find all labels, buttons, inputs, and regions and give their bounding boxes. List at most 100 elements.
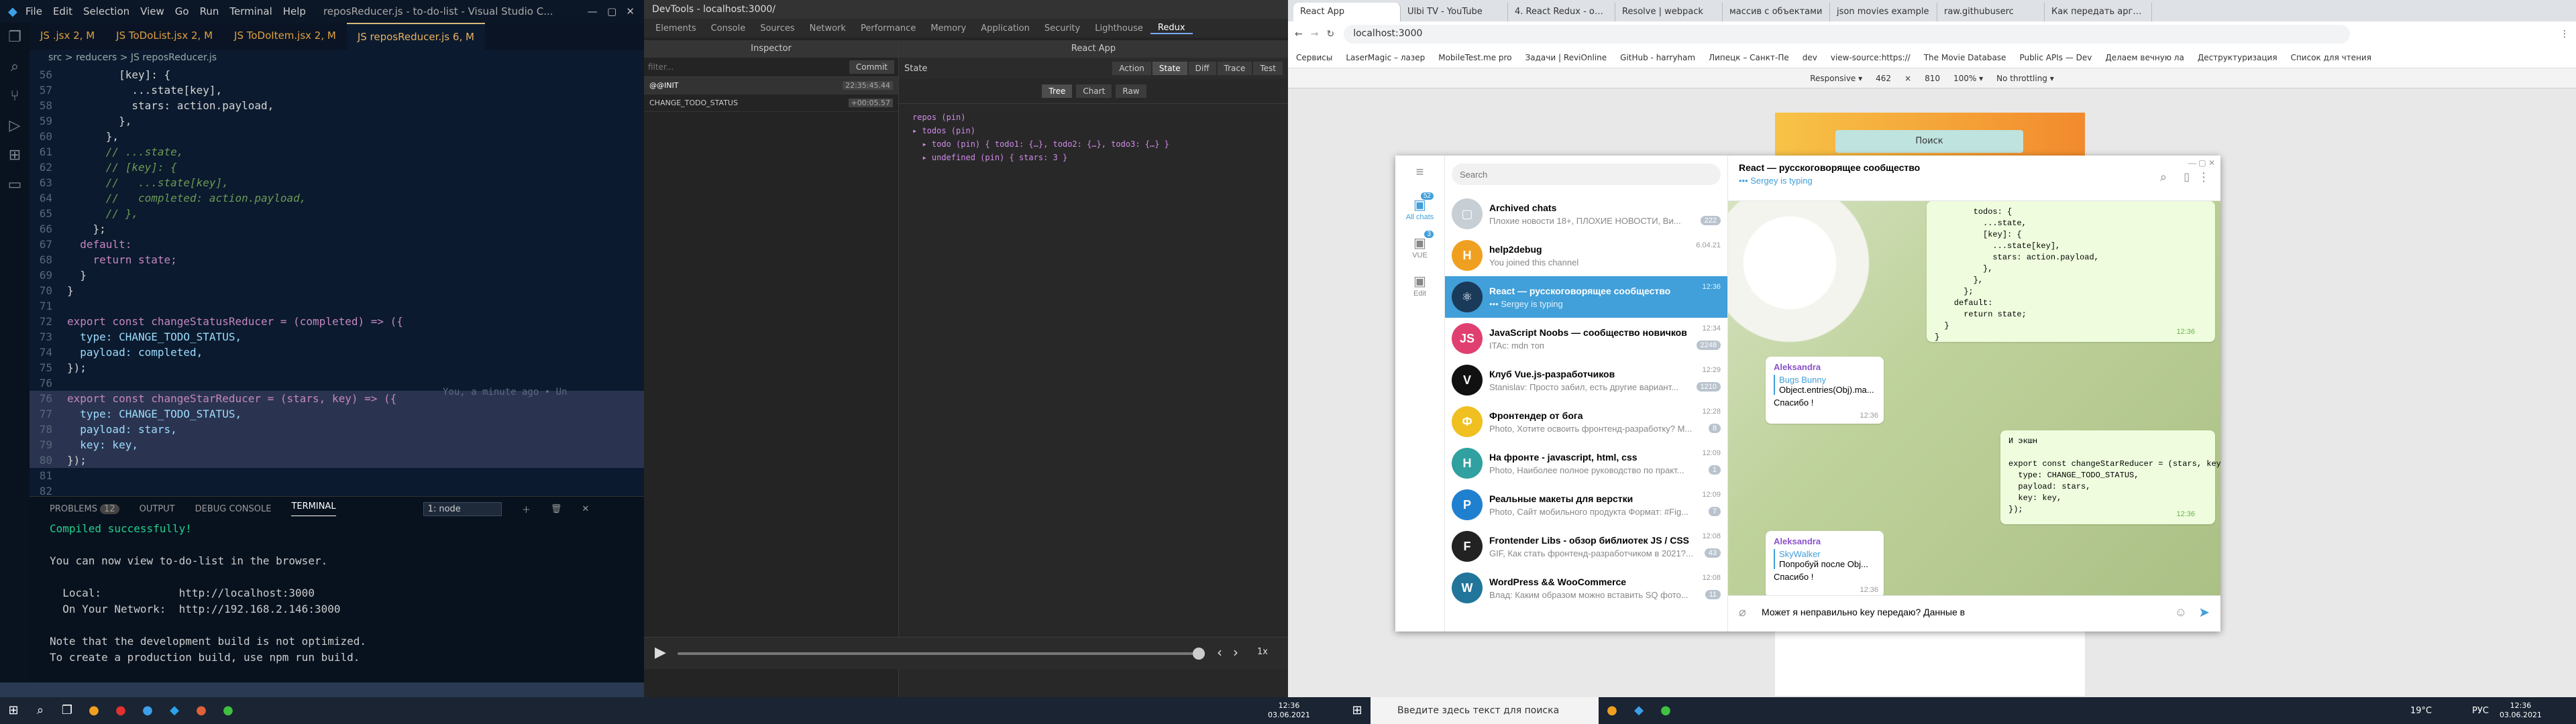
- bookmark[interactable]: Список для чтения: [2291, 53, 2371, 62]
- next-icon[interactable]: ›: [1233, 644, 1238, 660]
- browser-tab[interactable]: Resolve | webpack: [1615, 3, 1723, 21]
- bookmark[interactable]: GitHub - harryham: [1620, 53, 1695, 62]
- reload-icon[interactable]: ↻: [1326, 29, 1334, 40]
- task-view-icon[interactable]: ❐: [54, 697, 80, 724]
- chat-item[interactable]: ▢ Archived chats Плохие новости 18+, ПЛОХИ…: [1445, 193, 1727, 235]
- action-tab[interactable]: Diff: [1188, 62, 1216, 75]
- slider-handle[interactable]: [1193, 648, 1205, 660]
- action-item[interactable]: @@INIT 22:35:45.44: [644, 77, 898, 95]
- app-icon[interactable]: ●: [134, 697, 161, 724]
- window-controls[interactable]: — ▢ ✕: [588, 5, 644, 17]
- sidebar-icon[interactable]: ▯: [2184, 170, 2190, 184]
- timeline-slider[interactable]: [678, 652, 1201, 655]
- more-icon[interactable]: ⋮: [2198, 170, 2210, 184]
- attach-icon[interactable]: ⌀: [1739, 605, 1746, 619]
- source-control-icon[interactable]: ⑂: [0, 82, 30, 111]
- reply-quote[interactable]: Bugs Bunny Object.entries(Obj).ma...: [1774, 375, 1876, 395]
- explorer-icon[interactable]: ❐: [0, 23, 30, 52]
- chat-item[interactable]: Hhelp2debug You joined this channel 6.04.2…: [1445, 235, 1727, 276]
- terminal-output[interactable]: Compiled successfully! You can now view t…: [30, 521, 644, 697]
- menu-item[interactable]: Terminal: [229, 5, 272, 17]
- search-button[interactable]: Поиск: [1835, 130, 2023, 153]
- menu-item[interactable]: Edit: [53, 5, 72, 17]
- action-tab[interactable]: Trace: [1217, 62, 1252, 75]
- app-icon[interactable]: ●: [80, 697, 107, 724]
- emoji-icon[interactable]: ☺: [2175, 605, 2187, 619]
- message-action[interactable]: И экшн export const changeStarReducer = …: [2000, 430, 2220, 524]
- menu-item[interactable]: File: [25, 5, 42, 17]
- message-reply[interactable]: Aleksandra SkyWalker Попробуй после Obj.…: [1766, 531, 1884, 598]
- remote-icon[interactable]: ▭: [0, 170, 30, 200]
- device-width[interactable]: 462: [1876, 74, 1891, 83]
- browser-tab[interactable]: React App: [1293, 3, 1401, 21]
- chat-item[interactable]: Н На фронте - javascript, html, css Photo,…: [1445, 442, 1727, 484]
- back-icon[interactable]: ←: [1295, 29, 1303, 40]
- device-zoom[interactable]: 100% ▾: [1953, 74, 1983, 83]
- devtools-tab[interactable]: Memory: [923, 23, 973, 34]
- browser-tab[interactable]: Как передать аргумент: [2045, 3, 2152, 21]
- bookmark[interactable]: The Movie Database: [1924, 53, 2006, 62]
- app-icon[interactable]: ●: [1652, 697, 1679, 724]
- tab-terminal[interactable]: TERMINAL: [291, 501, 336, 516]
- forward-icon[interactable]: →: [1311, 29, 1319, 40]
- code-editor[interactable]: 56 [key]: {57 ...state[key], 58 stars: ac…: [30, 67, 644, 497]
- bookmark[interactable]: view-source:https://: [1831, 53, 1911, 62]
- menu-item[interactable]: Go: [175, 5, 189, 17]
- tree-node[interactable]: ▸ todo (pin) { todo1: {…}, todo2: {…}, t…: [912, 137, 1275, 151]
- start-icon[interactable]: ⊞: [1344, 697, 1371, 724]
- editor-tab[interactable]: JS .jsx 2, M: [30, 23, 105, 50]
- action-tab[interactable]: Action: [1112, 62, 1151, 75]
- bookmark[interactable]: MobileTest.me pro: [1438, 53, 1511, 62]
- devtools-tab[interactable]: Console: [704, 23, 753, 34]
- editor-tab[interactable]: JS ToDoList.jsx 2, M: [105, 23, 223, 50]
- app-icon[interactable]: ●: [1599, 697, 1625, 724]
- browser-tab[interactable]: Ulbi TV - YouTube: [1401, 3, 1508, 21]
- taskbar-search[interactable]: Введите здесь текст для поиска: [1370, 697, 1599, 724]
- chat-item[interactable]: W WordPress && WooCommerce Влад: Каким обр…: [1445, 567, 1727, 609]
- chat-title[interactable]: React — русскоговорящее сообщество: [1739, 162, 2210, 173]
- search-icon[interactable]: ⌕: [0, 52, 30, 82]
- tab-debug-console[interactable]: DEBUG CONSOLE: [195, 504, 272, 514]
- browser-tab[interactable]: raw.githubuserc: [1937, 3, 2045, 21]
- state-tree[interactable]: repos (pin) ▸ todos (pin) ▸ todo (pin) { …: [899, 104, 1288, 171]
- menu-item[interactable]: Run: [200, 5, 219, 17]
- trash-icon[interactable]: 🗑: [551, 504, 562, 514]
- bookmark[interactable]: Public APIs — Dev: [2019, 53, 2092, 62]
- bookmark[interactable]: dev: [1803, 53, 1817, 62]
- chat-search-input[interactable]: [1452, 164, 1721, 185]
- action-tab[interactable]: Test: [1253, 62, 1283, 75]
- editor-tab[interactable]: JS reposReducer.js 6, M: [346, 23, 485, 50]
- chat-item[interactable]: Ф Фронтендер от бога Photo, Хотите освоить…: [1445, 401, 1727, 442]
- folder-item[interactable]: ▣ Edit: [1395, 266, 1444, 304]
- commit-button[interactable]: Commit: [849, 60, 894, 74]
- device-mode[interactable]: Responsive ▾: [1810, 74, 1862, 83]
- tree-node[interactable]: ▸ todos (pin): [912, 124, 1275, 137]
- devtools-tab[interactable]: Elements: [648, 23, 704, 34]
- message-code[interactable]: todos: { ...state, [key]: { ...state[key…: [1927, 201, 2215, 342]
- device-throttle[interactable]: No throttling ▾: [1996, 74, 2054, 83]
- chat-item[interactable]: Р Реальные макеты для верстки Photo, Сайт …: [1445, 484, 1727, 526]
- bookmark[interactable]: Задачи | ReviOnline: [1525, 53, 1607, 62]
- devtools-tab[interactable]: Redux: [1150, 23, 1193, 34]
- app-icon[interactable]: ●: [215, 697, 241, 724]
- reply-quote[interactable]: SkyWalker Попробуй после Obj...: [1774, 549, 1876, 569]
- browser-tab[interactable]: 4. React Redux - ответ: [1508, 3, 1615, 21]
- bookmark[interactable]: Делаем вечную ла: [2105, 53, 2184, 62]
- tree-node[interactable]: repos (pin): [912, 111, 1275, 124]
- search-icon[interactable]: ⌕: [2160, 170, 2167, 184]
- tg-window-controls[interactable]: — ▢ ✕: [2188, 158, 2215, 168]
- close-panel-icon[interactable]: ✕: [582, 504, 589, 514]
- view-tab[interactable]: Chart: [1076, 84, 1112, 98]
- devtools-tab[interactable]: Performance: [853, 23, 923, 34]
- tab-output[interactable]: OUTPUT: [140, 504, 175, 514]
- app-icon[interactable]: ●: [107, 697, 134, 724]
- address-bar[interactable]: localhost:3000: [1344, 25, 2351, 44]
- menu-item[interactable]: View: [140, 5, 164, 17]
- devtools-tab[interactable]: Application: [973, 23, 1037, 34]
- chat-item[interactable]: V Клуб Vue.js-разработчиков Stanislav: Про…: [1445, 359, 1727, 401]
- editor-tab[interactable]: JS ToDoItem.jsx 2, M: [223, 23, 347, 50]
- run-debug-icon[interactable]: ▷: [0, 111, 30, 141]
- play-icon[interactable]: ▶: [655, 644, 666, 661]
- tree-node[interactable]: ▸ undefined (pin) { stars: 3 }: [912, 151, 1275, 164]
- send-icon[interactable]: ➤: [2198, 604, 2210, 621]
